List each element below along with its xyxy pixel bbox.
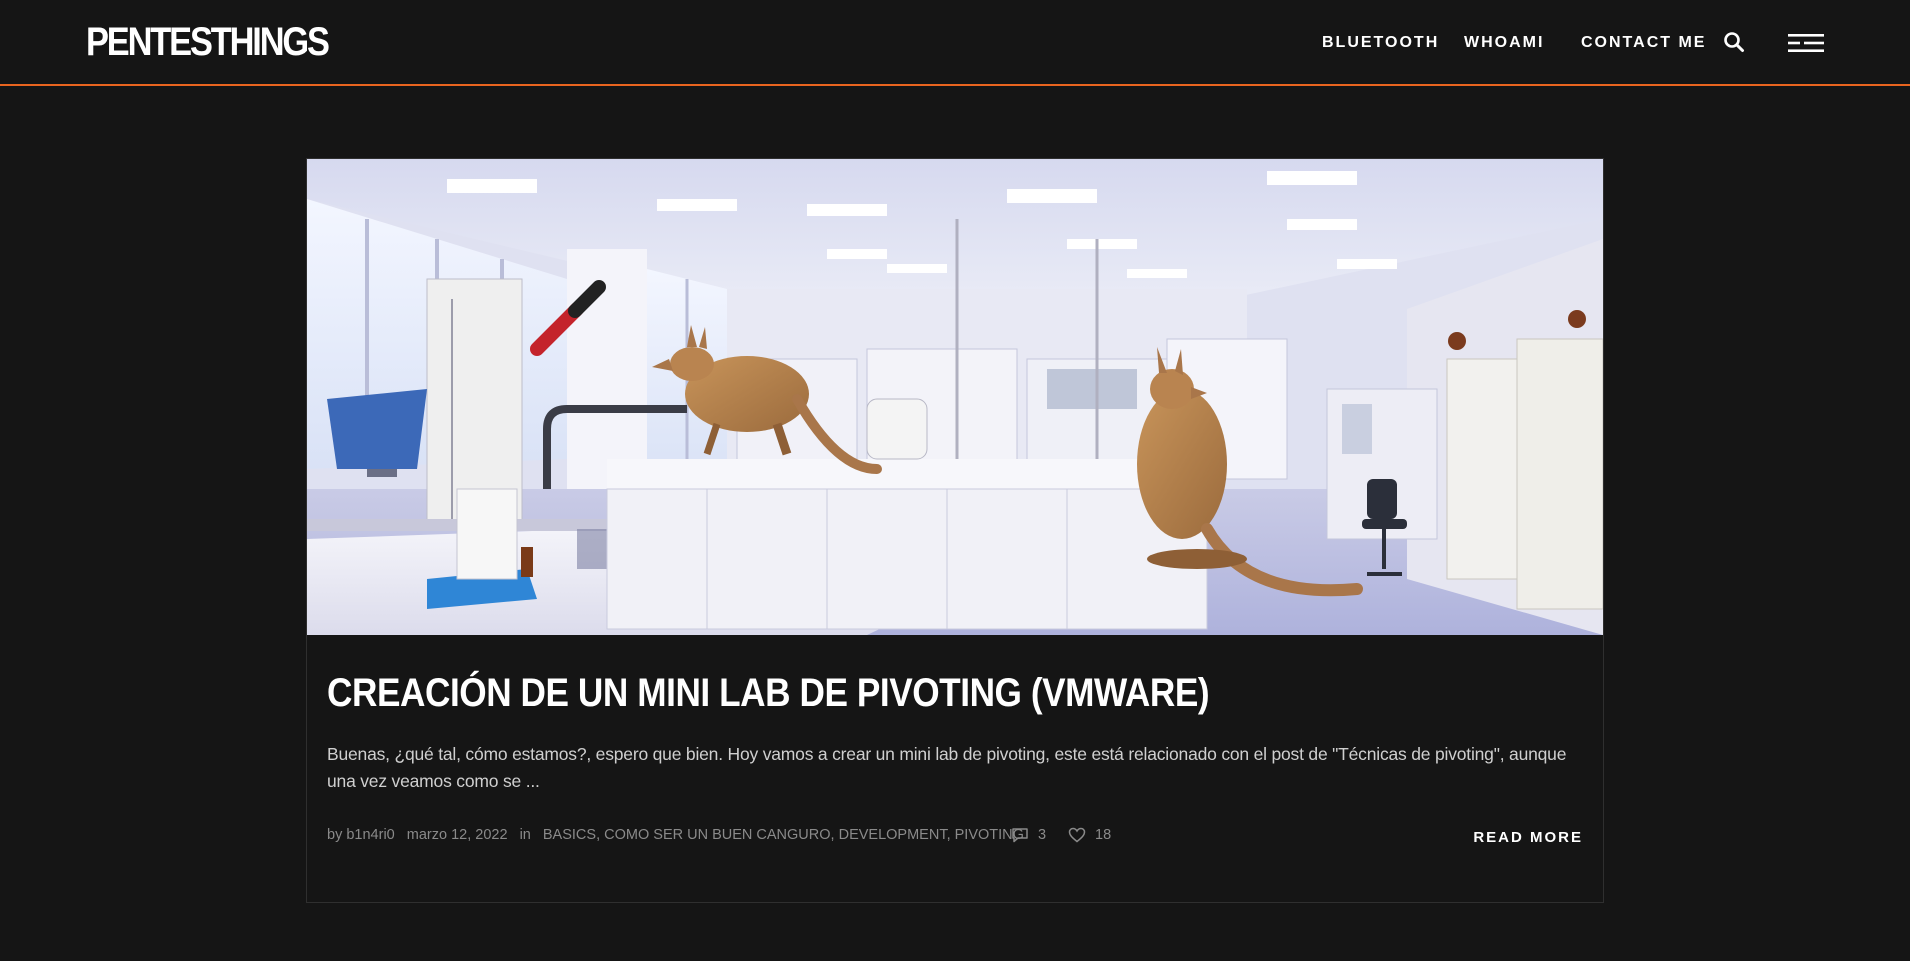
post-date: marzo 12, 2022 [406, 827, 508, 843]
comment-icon [1012, 828, 1028, 843]
heart-icon [1068, 827, 1086, 843]
comments-count[interactable]: 3 [1011, 825, 1046, 845]
site-header: PENTESTHINGS BLUETOOTH WHOAMI CONTACT ME [0, 0, 1910, 86]
nav-item-whoami[interactable]: WHOAMI [1464, 32, 1544, 54]
post-meta: by b1n4ri0 marzo 12, 2022 in BASICS, COM… [327, 827, 1112, 843]
likes-count[interactable]: 18 [1068, 825, 1111, 845]
site-logo[interactable]: PENTESTHINGS [86, 20, 330, 64]
search-icon[interactable] [1723, 31, 1745, 53]
nav-item-bluetooth[interactable]: BLUETOOTH [1322, 32, 1439, 54]
post-featured-image[interactable] [307, 159, 1603, 635]
nav-item-contact-me[interactable]: CONTACT ME [1581, 32, 1706, 54]
post-excerpt: Buenas, ¿qué tal, cómo estamos?, espero … [327, 744, 1567, 791]
categories-prefix: in [519, 827, 531, 843]
lab-kangaroos-image [307, 159, 1603, 635]
comments-count-value: 3 [1038, 827, 1047, 843]
category-link-basics[interactable]: BASICS [543, 827, 596, 843]
hamburger-menu-icon[interactable] [1786, 33, 1826, 53]
author-link[interactable]: b1n4ri0 [346, 827, 394, 843]
post-card: CREACIÓN DE UN MINI LAB DE PIVOTING (VMW… [306, 158, 1604, 903]
category-link-development[interactable]: DEVELOPMENT [839, 827, 947, 843]
read-more-link[interactable]: READ MORE [1473, 828, 1583, 848]
post-title[interactable]: CREACIÓN DE UN MINI LAB DE PIVOTING (VMW… [327, 669, 1210, 717]
category-link-canguro[interactable]: COMO SER UN BUEN CANGURO [604, 827, 830, 843]
likes-count-value: 18 [1095, 827, 1112, 843]
author-prefix: by [327, 827, 343, 843]
